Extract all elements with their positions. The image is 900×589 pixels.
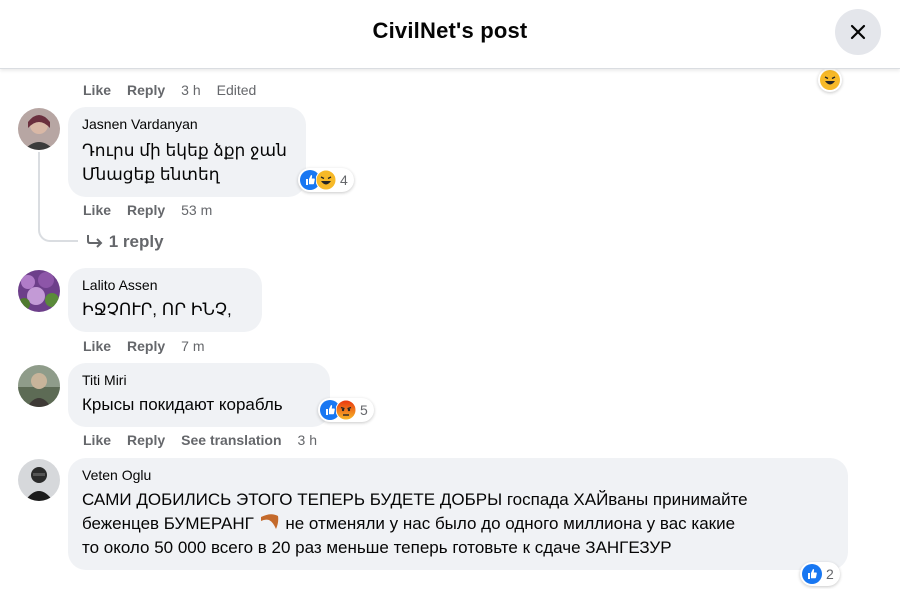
reaction-summary[interactable]: 4	[298, 168, 354, 192]
top-comment-actions: Like Reply 3 h Edited	[83, 82, 272, 98]
like-button[interactable]: Like	[83, 82, 111, 98]
comment-actions: Like Reply 7 m	[83, 338, 220, 354]
like-button[interactable]: Like	[83, 432, 111, 448]
close-icon	[850, 24, 866, 40]
comment-bubble: Titi Miri Крысы покидают корабль	[68, 363, 330, 427]
like-reaction-icon	[802, 564, 822, 584]
see-translation-link[interactable]: See translation	[181, 432, 281, 448]
comment-author[interactable]: Jasnen Vardanyan	[82, 115, 292, 133]
reaction-count: 4	[340, 172, 348, 188]
comment-actions: Like Reply See translation 3 h	[83, 432, 333, 448]
angry-reaction-icon	[335, 399, 357, 421]
avatar[interactable]	[18, 365, 60, 407]
timestamp[interactable]: 7 m	[181, 338, 204, 354]
timestamp[interactable]: 3 h	[298, 432, 317, 448]
reply-button[interactable]: Reply	[127, 432, 165, 448]
post-title: CivilNet's post	[372, 18, 528, 43]
reaction-count: 2	[826, 566, 834, 582]
view-replies-link[interactable]: 1 reply	[86, 232, 164, 254]
timestamp[interactable]: 3 h	[181, 82, 200, 98]
boomerang-icon	[259, 513, 281, 531]
comment-text-line: Դուրս մի եկեք ձքր ջան	[82, 141, 287, 160]
comment-author[interactable]: Veten Oglu	[82, 466, 834, 484]
reply-arrow-icon	[86, 233, 104, 254]
comment-text-line: САМИ ДОБИЛИСЬ ЭТОГО ТЕПЕРЬ БУДЕТЕ ДОБРЫ …	[82, 490, 748, 509]
like-button[interactable]: Like	[83, 338, 111, 354]
comment-author[interactable]: Lalito Assen	[82, 276, 248, 294]
comment-text-line: Մնացեք ենտեղ	[82, 165, 220, 184]
comment-text-line: Крысы покидают корабль	[82, 395, 283, 414]
replies-count: 1 reply	[108, 232, 164, 251]
comment-author[interactable]: Titi Miri	[82, 371, 316, 389]
edited-label: Edited	[216, 82, 257, 98]
reply-button[interactable]: Reply	[127, 338, 165, 354]
comment-bubble: Veten Oglu САМИ ДОБИЛИСЬ ЭТОГО ТЕПЕРЬ БУ…	[68, 458, 848, 570]
comment-text-segment: не отменяли у нас было до одного миллион…	[285, 514, 736, 533]
comment-text-line: ԻՋՉՈՒՐ, ՈՐ ԻՆՉ,	[82, 300, 232, 319]
reply-button[interactable]: Reply	[127, 202, 165, 218]
close-button[interactable]	[835, 9, 881, 55]
avatar[interactable]	[18, 108, 60, 150]
reaction-summary[interactable]: 5	[318, 398, 374, 422]
haha-reaction-icon[interactable]	[818, 68, 842, 92]
timestamp[interactable]: 53 m	[181, 202, 212, 218]
comment-bubble: Jasnen Vardanyan Դուրս մի եկեք ձքր ջան Մ…	[68, 107, 306, 197]
comment-text-line: то около 50 000 всего в 20 раз меньше те…	[82, 538, 672, 557]
reply-button[interactable]: Reply	[127, 82, 165, 98]
post-header: CivilNet's post	[0, 0, 900, 69]
reaction-count: 5	[360, 402, 368, 418]
comment-text-segment: беженцев БУМЕРАНГ	[82, 514, 254, 533]
avatar[interactable]	[18, 459, 60, 501]
avatar[interactable]	[18, 270, 60, 312]
comment-text-line-with-emoji: беженцев БУМЕРАНГ не отменяли у нас было…	[82, 512, 834, 536]
comment-actions: Like Reply 53 m	[83, 202, 228, 218]
thread-line	[38, 152, 78, 242]
reaction-summary[interactable]: 2	[800, 562, 840, 586]
comments-feed: Like Reply 3 h Edited Jasnen Vardanyan Դուր…	[0, 0, 900, 586]
haha-reaction-icon	[315, 169, 337, 191]
comment-bubble: Lalito Assen ԻՋՉՈՒՐ, ՈՐ ԻՆՉ,	[68, 268, 262, 332]
like-button[interactable]: Like	[83, 202, 111, 218]
